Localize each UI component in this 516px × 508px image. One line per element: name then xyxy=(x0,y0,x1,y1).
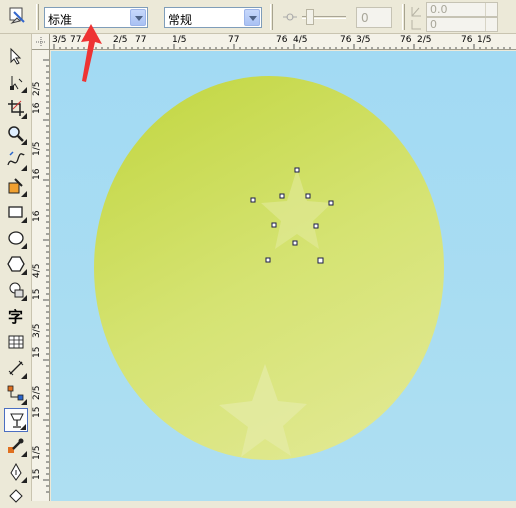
smart-fill-tool[interactable] xyxy=(4,174,28,198)
ruler-label: 15 xyxy=(32,288,42,300)
arrow-pointer-icon xyxy=(10,47,22,65)
crop-tool[interactable] xyxy=(4,96,28,120)
rectangle-tool[interactable] xyxy=(4,200,28,224)
ruler-label: 1/5 xyxy=(477,35,492,45)
transparency-mode-combo[interactable]: 常规 xyxy=(164,7,262,28)
freehand-tool[interactable] xyxy=(4,148,28,172)
connector-tool[interactable] xyxy=(4,382,28,406)
toolbar-grip xyxy=(270,4,273,30)
offset-y-field[interactable]: 0 xyxy=(426,17,498,32)
transparency-mode-value: 常规 xyxy=(168,13,193,27)
transparency-tool[interactable] xyxy=(4,408,28,432)
ruler-label: 3/5 xyxy=(32,323,42,338)
text-tool[interactable]: 字 xyxy=(4,304,28,328)
ruler-label: 77 xyxy=(228,35,240,45)
ruler-label: 1/5 xyxy=(32,141,42,156)
polygon-tool[interactable] xyxy=(4,252,28,276)
canvas-drawing xyxy=(51,51,516,501)
ruler-origin-icon xyxy=(36,37,46,47)
toolbar-grip xyxy=(36,4,39,30)
transparency-type-value: 标准 xyxy=(48,13,73,27)
ruler-label: 15 xyxy=(32,346,42,358)
ruler-label: 3/5 xyxy=(52,35,67,45)
pick-tool[interactable] xyxy=(4,44,28,68)
fill-tool[interactable] xyxy=(4,484,28,508)
ruler-label: 2/5 xyxy=(32,385,42,400)
ruler-label: 76 xyxy=(461,35,473,45)
interactive-transparency-icon[interactable] xyxy=(8,6,28,26)
basic-shapes-tool[interactable] xyxy=(4,278,28,302)
ruler-label: 1/5 xyxy=(32,445,42,460)
eyedropper-tool[interactable] xyxy=(4,434,28,458)
ruler-label: 77 xyxy=(135,35,147,45)
ruler-label: 2/5 xyxy=(113,35,128,45)
ruler-label: 16 xyxy=(32,210,42,222)
ruler-label: 16 xyxy=(32,168,42,180)
ruler-label: 15 xyxy=(32,406,42,418)
ruler-label: 4/5 xyxy=(293,35,308,45)
dimension-tool[interactable] xyxy=(4,356,28,380)
text-character-icon: 字 xyxy=(8,308,24,326)
toolbar-grip xyxy=(402,4,405,30)
ruler-label: 76 xyxy=(340,35,352,45)
ruler-label: 1/5 xyxy=(172,35,187,45)
chevron-down-icon[interactable] xyxy=(244,9,260,26)
vertical-ruler[interactable]: 2/5 16 1/5 16 16 4/5 15 3/5 15 2/5 15 1/… xyxy=(32,50,50,501)
angle-icon xyxy=(410,3,424,31)
transparency-value-field[interactable]: 0 xyxy=(356,7,392,28)
ruler-label: 76 xyxy=(400,35,412,45)
paint-bucket-icon xyxy=(9,489,23,503)
ruler-label: 4/5 xyxy=(32,263,42,278)
transparency-slider-icon xyxy=(282,10,298,24)
slider-thumb[interactable] xyxy=(306,9,314,25)
toolbox: 字 xyxy=(0,34,32,503)
annotation-arrow-icon xyxy=(80,24,102,82)
ruler-label: 15 xyxy=(32,468,42,480)
zoom-tool[interactable] xyxy=(4,122,28,146)
shape-tool[interactable] xyxy=(4,70,28,94)
ruler-label: 2/5 xyxy=(32,81,42,96)
ruler-label: 2/5 xyxy=(417,35,432,45)
ellipse-tool[interactable] xyxy=(4,226,28,250)
ruler-label: 16 xyxy=(32,102,42,114)
ruler-label: 3/5 xyxy=(356,35,371,45)
outline-pen-tool[interactable] xyxy=(4,460,28,484)
table-tool[interactable] xyxy=(4,330,28,354)
ruler-origin[interactable] xyxy=(32,34,50,50)
offset-x-field[interactable]: 0.0 xyxy=(426,2,498,17)
drawing-canvas[interactable] xyxy=(51,51,516,501)
property-bar: 标准 常规 0 0.0 0 xyxy=(0,0,516,34)
table-grid-icon xyxy=(8,335,24,349)
ruler-label: 76 xyxy=(276,35,288,45)
chevron-down-icon[interactable] xyxy=(130,9,146,26)
horizontal-ruler[interactable]: 3/5 77 2/5 77 1/5 77 76 4/5 76 3/5 76 2/… xyxy=(50,34,516,50)
